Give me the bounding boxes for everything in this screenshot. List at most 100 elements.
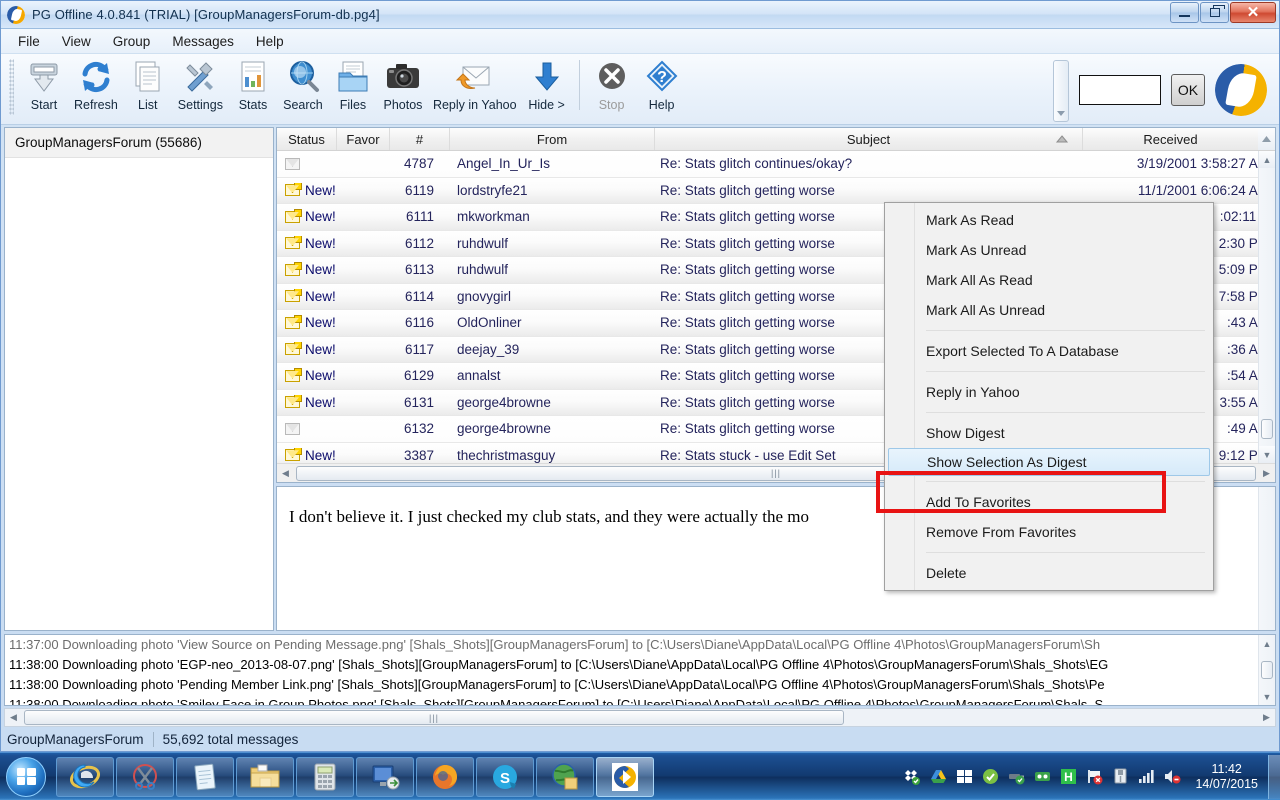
windows-start-orb-icon[interactable] [2,755,50,799]
context-menu-item-show-selection-as-digest[interactable]: Show Selection As Digest [888,448,1210,476]
menu-item-messages[interactable]: Messages [161,30,245,53]
log-line: 11:38:00 Downloading photo 'Smiley Face … [9,697,1104,706]
column-header-subject[interactable]: Subject [655,128,1083,150]
toolbar-help-button[interactable]: ? Help [637,54,687,112]
taskbar-item-internet-explorer[interactable] [56,756,114,797]
clock-time: 11:42 [1211,761,1242,776]
folder-files-icon [333,57,373,97]
minimize-button[interactable] [1170,2,1199,23]
message-list-header: Status Favor # From Subject Received [277,128,1275,151]
toolbar-grip[interactable] [9,59,14,115]
ok-button[interactable]: OK [1171,73,1205,106]
taskbar-item-windows-explorer[interactable] [236,756,294,797]
context-menu-item-reply-in-yahoo[interactable]: Reply in Yahoo [885,377,1213,407]
toolbar-files-button[interactable]: Files [328,54,378,112]
context-menu-item-mark-all-as-unread[interactable]: Mark All As Unread [885,295,1213,325]
row-status: New! [277,341,337,357]
toolbar-settings-button[interactable]: Settings [173,54,228,112]
scroll-up-arrow-icon[interactable]: ▲ [1259,151,1275,168]
menu-item-group[interactable]: Group [102,30,162,53]
svg-text:?: ? [657,69,667,86]
show-desktop-button[interactable] [1268,754,1280,799]
toolbar-start-button[interactable]: Start [19,54,69,112]
row-number: 6129 [403,368,434,384]
maximize-button[interactable] [1200,2,1229,23]
context-menu-item-show-digest[interactable]: Show Digest [885,418,1213,448]
hardware-safe-remove-tray-icon[interactable] [1008,768,1025,785]
log-scroll-down-arrow-icon[interactable]: ▼ [1259,688,1275,705]
log-scroll-right-arrow-icon[interactable]: ▶ [1258,712,1275,723]
toolbar-hide-label: Hide > [528,98,565,112]
row-status: New! [277,288,337,304]
menu-item-file[interactable]: File [7,30,51,53]
column-header-from[interactable]: From [450,128,655,150]
toolbar-photos-button[interactable]: Photos [378,54,428,112]
taskbar-clock[interactable]: 11:42 14/07/2015 [1187,762,1266,792]
h-app-tray-icon[interactable]: H [1060,768,1077,785]
network-signal-tray-icon[interactable] [1138,768,1155,785]
toolbar-stop-button[interactable]: Stop [587,54,637,112]
help-diamond-icon: ? [642,57,682,97]
printer-tray-icon[interactable] [1112,768,1129,785]
log-horizontal-scroll-track[interactable]: ||| [22,710,1258,725]
log-horizontal-scroll-thumb[interactable]: ||| [24,710,844,725]
windows-taskbar: S H 11:42 14/07/2015 [0,752,1280,800]
preview-vertical-scrollbar[interactable] [1258,487,1275,630]
flag-error-tray-icon[interactable] [1086,768,1103,785]
toolbar-list-button[interactable]: List [123,54,173,112]
pg-offline-window: PG Offline 4.0.841 (TRIAL) [GroupManager… [0,0,1280,752]
close-button[interactable]: ✕ [1230,2,1276,23]
scroll-down-arrow-icon[interactable]: ▼ [1259,446,1275,463]
table-row[interactable]: New! 6119 lordstryfe21 Re: Stats glitch … [277,177,1275,204]
taskbar-item-pg-offline[interactable] [596,756,654,797]
log-scroll-left-arrow-icon[interactable]: ◀ [5,712,22,723]
context-menu-item-mark-as-unread[interactable]: Mark As Unread [885,235,1213,265]
context-menu-item-add-to-favorites[interactable]: Add To Favorites [885,487,1213,517]
log-horizontal-scrollbar[interactable]: ◀ ||| ▶ [4,708,1276,727]
taskbar-item-globe-app[interactable] [536,756,594,797]
search-input[interactable] [1079,74,1161,105]
green-check-tray-icon[interactable] [982,768,999,785]
toolbar-hide-button[interactable]: Hide > [522,54,572,112]
log-vertical-scrollbar[interactable]: ▲ ▼ [1258,635,1275,705]
taskbar-item-firefox[interactable] [416,756,474,797]
context-menu-item-delete[interactable]: Delete [885,558,1213,588]
volume-muted-tray-icon[interactable] [1164,768,1181,785]
context-menu-item-mark-all-as-read[interactable]: Mark All As Read [885,265,1213,295]
scroll-right-arrow-icon[interactable]: ▶ [1258,468,1275,479]
column-header-status[interactable]: Status [277,128,337,150]
taskbar-item-notepad[interactable] [176,756,234,797]
spinner-scroll-icon[interactable] [1053,60,1069,122]
toolbar-stats-button[interactable]: Stats [228,54,278,112]
taskbar-item-calculator[interactable] [296,756,354,797]
message-list-vertical-scrollbar[interactable]: ▲ ▼ [1258,151,1275,463]
windows-update-tray-icon[interactable] [956,768,973,785]
toolbar-search-button[interactable]: Search [278,54,328,112]
dropbox-tray-icon[interactable] [904,768,921,785]
log-scroll-up-arrow-icon[interactable]: ▲ [1259,635,1275,652]
column-header-number[interactable]: # [390,128,450,150]
taskbar-item-skype[interactable]: S [476,756,534,797]
activity-log[interactable]: 11:37:00 Downloading photo 'View Source … [4,634,1276,706]
menu-item-view[interactable]: View [51,30,102,53]
toolbar-refresh-button[interactable]: Refresh [69,54,123,112]
taskbar-item-snipping-tool[interactable] [116,756,174,797]
menu-item-help[interactable]: Help [245,30,295,53]
column-header-favorite[interactable]: Favor [337,128,390,150]
green-robot-tray-icon[interactable] [1034,768,1051,785]
row-status-label: New! [305,182,336,198]
sidebar-item-groupmanagersforum[interactable]: GroupManagersForum (55686) [5,128,273,158]
vertical-scroll-thumb[interactable] [1261,419,1273,439]
context-menu-item-remove-from-favorites[interactable]: Remove From Favorites [885,517,1213,547]
log-vertical-scroll-thumb[interactable] [1261,661,1273,679]
column-header-subject-label: Subject [846,131,891,147]
taskbar-item-remote-desktop[interactable] [356,756,414,797]
context-menu-item-export-selected[interactable]: Export Selected To A Database [885,336,1213,366]
google-drive-tray-icon[interactable] [930,768,947,785]
scroll-left-arrow-icon[interactable]: ◀ [277,468,294,479]
table-row[interactable]: 4787 Angel_In_Ur_Is Re: Stats glitch con… [277,151,1275,178]
context-menu-item-mark-as-read[interactable]: Mark As Read [885,205,1213,235]
toolbar-reply-in-yahoo-button[interactable]: Reply in Yahoo [428,54,522,112]
column-header-received[interactable]: Received [1083,128,1258,150]
column-header-corner [1258,128,1275,150]
